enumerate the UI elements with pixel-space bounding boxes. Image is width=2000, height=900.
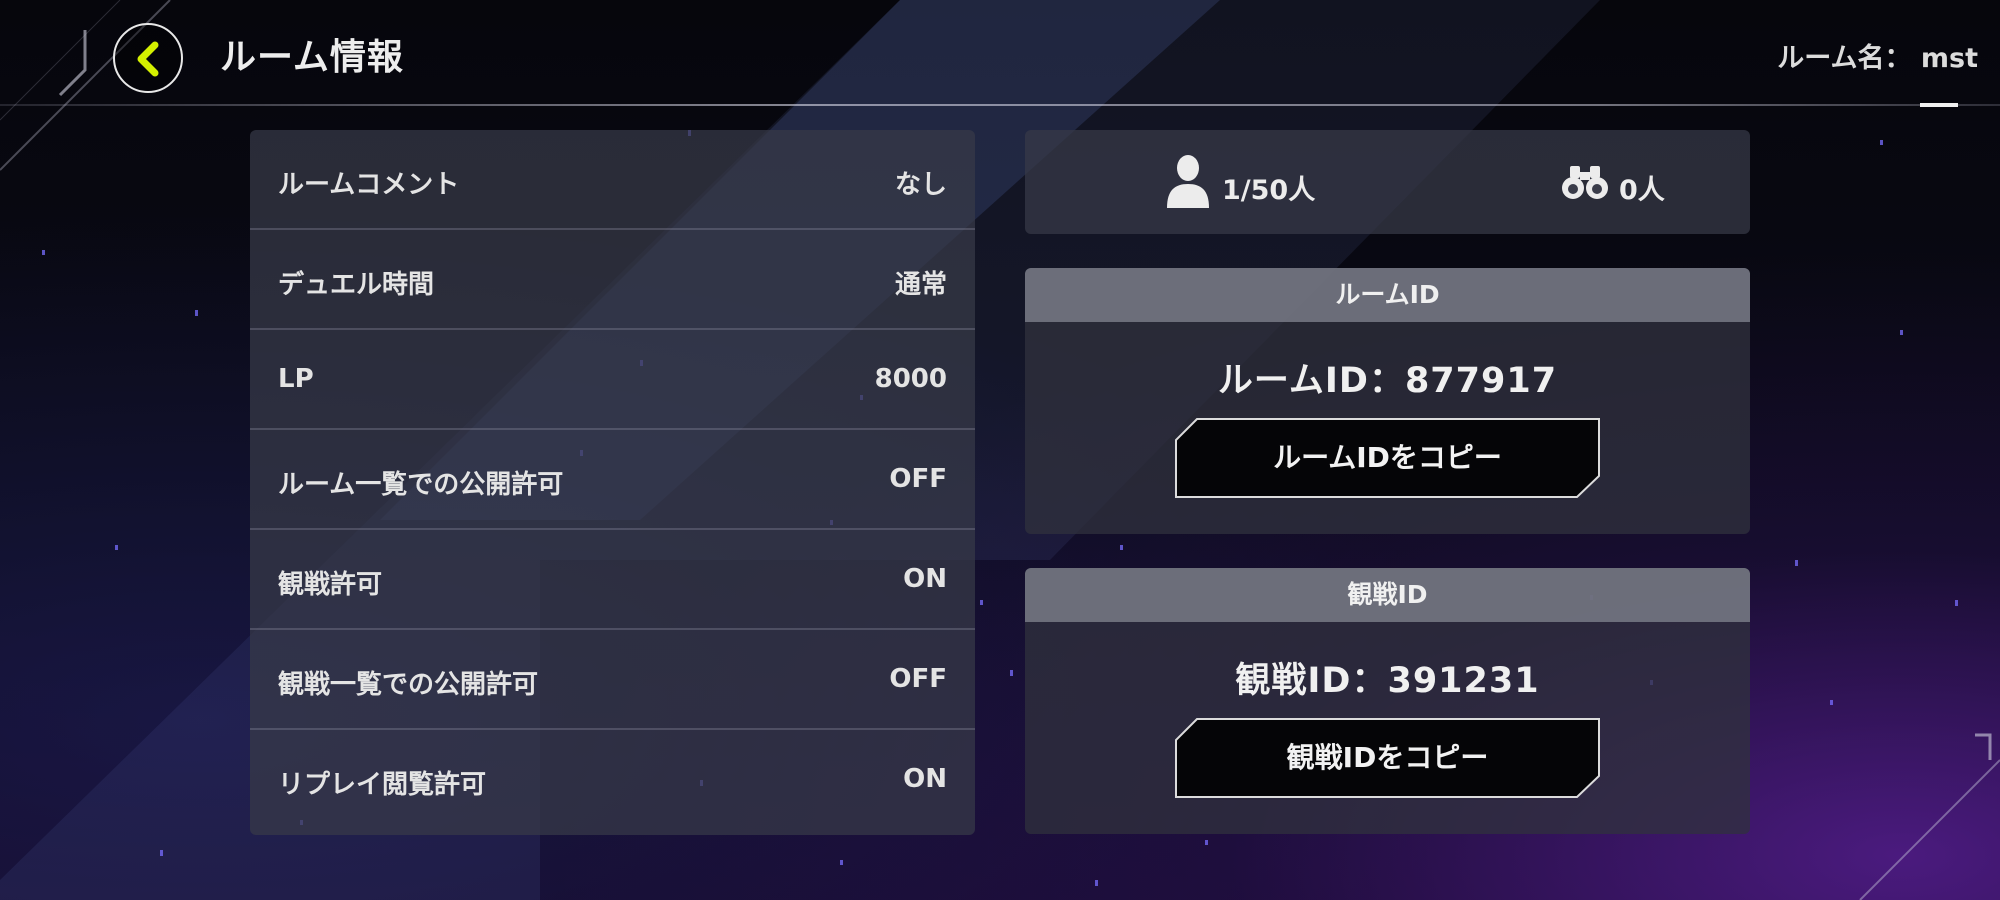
copy-spectate-id-button[interactable]: 観戦IDをコピー [1175,718,1600,798]
setting-label: 観戦一覧での公開許可 [278,670,539,700]
setting-label: デュエル時間 [278,270,435,300]
header-divider [0,104,2000,106]
spectator-count-text: 0人 [1619,175,1665,206]
room-id-panel: ルームID ルームID：877917 ルームIDをコピー [1025,268,1750,534]
spectate-id-value: 観戦ID：391231 [1235,661,1540,701]
setting-label: リプレイ閲覧許可 [278,770,487,800]
setting-label: ルームコメント [278,170,460,200]
person-icon [1167,155,1209,208]
binoculars-icon [1562,166,1608,199]
setting-value: ON [903,564,947,594]
participant-count-panel: 1/50人 0人 [1025,130,1750,234]
room-id-value: ルームID：877917 [1217,361,1558,401]
setting-value: なし [894,170,947,200]
top-bar: ルーム情報 ルーム名： mst [0,0,2000,108]
setting-value: 8000 [874,364,947,394]
setting-row-lp: LP 8000 [250,330,975,430]
setting-value: ON [903,764,947,794]
player-count-text: 1/50人 [1222,175,1316,206]
setting-value: OFF [889,664,947,694]
back-button[interactable] [113,23,183,93]
setting-row-duel-time: デュエル時間 通常 [250,230,975,330]
setting-value: 通常 [894,270,947,300]
setting-value: OFF [889,464,947,494]
room-name: ルーム名： mst [1777,43,1978,74]
copy-spectate-id-label: 観戦IDをコピー [1286,741,1489,774]
setting-row-spectate-allowed: 観戦許可 ON [250,530,975,630]
setting-row-room-list-public: ルーム一覧での公開許可 OFF [250,430,975,530]
page-title: ルーム情報 [220,37,404,78]
setting-label: 観戦許可 [278,570,383,600]
setting-row-spectate-list-public: 観戦一覧での公開許可 OFF [250,630,975,730]
copy-room-id-button[interactable]: ルームIDをコピー [1175,418,1600,498]
chevron-left-icon [137,41,159,77]
setting-row-room-comment: ルームコメント なし [250,130,975,230]
setting-label: LP [278,364,314,394]
setting-label: ルーム一覧での公開許可 [278,470,564,500]
spectate-id-panel: 観戦ID 観戦ID：391231 観戦IDをコピー [1025,568,1750,834]
copy-room-id-label: ルームIDをコピー [1273,441,1502,474]
setting-row-replay-viewing: リプレイ閲覧許可 ON [250,730,975,830]
header-marker [1920,103,1958,107]
spectate-id-header: 観戦ID [1025,568,1750,622]
room-id-header: ルームID [1025,268,1750,322]
room-settings-panel: ルームコメント なし デュエル時間 通常 LP 8000 ルーム一覧での公開許可… [250,130,975,835]
